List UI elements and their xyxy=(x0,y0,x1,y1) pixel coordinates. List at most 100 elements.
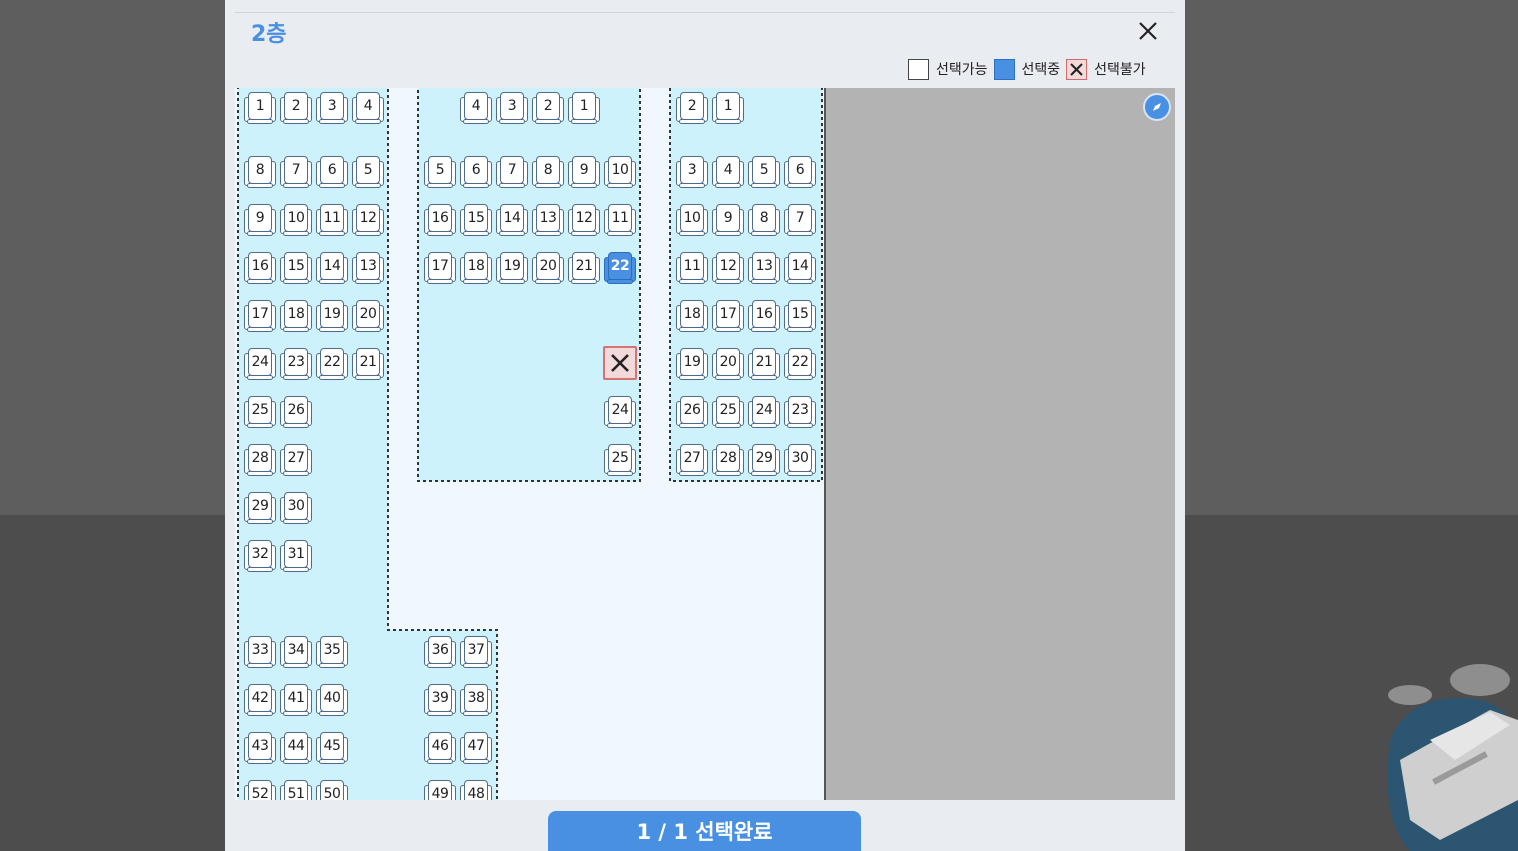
seat-left-block-30[interactable]: 30 xyxy=(279,490,313,526)
seat-center-block-6[interactable]: 6 xyxy=(459,154,493,190)
seat-left-block-3[interactable]: 3 xyxy=(315,90,349,126)
seat-right-block-19[interactable]: 19 xyxy=(675,346,709,382)
seat-center-lower-block-49[interactable]: 49 xyxy=(423,778,457,800)
seat-left-block-20[interactable]: 20 xyxy=(351,298,385,334)
seat-right-block-12[interactable]: 12 xyxy=(711,250,745,286)
seat-center-block-8[interactable]: 8 xyxy=(531,154,565,190)
seat-center-block-7[interactable]: 7 xyxy=(495,154,529,190)
seat-right-block-14[interactable]: 14 xyxy=(783,250,817,286)
seat-left-block-15[interactable]: 15 xyxy=(279,250,313,286)
seat-center-lower-block-46[interactable]: 46 xyxy=(423,730,457,766)
seat-right-block-25[interactable]: 25 xyxy=(711,394,745,430)
seat-left-block-16[interactable]: 16 xyxy=(243,250,277,286)
seat-center-lower-block-48[interactable]: 48 xyxy=(459,778,493,800)
seat-left-block-9[interactable]: 9 xyxy=(243,202,277,238)
seat-center-lower-block-36[interactable]: 36 xyxy=(423,634,457,670)
seat-right-block-6[interactable]: 6 xyxy=(783,154,817,190)
seat-right-block-30[interactable]: 30 xyxy=(783,442,817,478)
seat-right-block-3[interactable]: 3 xyxy=(675,154,709,190)
confirm-selection-button[interactable]: 1 / 1 선택완료 xyxy=(548,811,861,851)
seat-right-block-17[interactable]: 17 xyxy=(711,298,745,334)
seat-left-lower-block-34[interactable]: 34 xyxy=(279,634,313,670)
seat-center-block-19[interactable]: 19 xyxy=(495,250,529,286)
seat-right-block-16[interactable]: 16 xyxy=(747,298,781,334)
seat-center-block-11[interactable]: 11 xyxy=(603,202,637,238)
seat-left-lower-block-44[interactable]: 44 xyxy=(279,730,313,766)
seat-left-block-5[interactable]: 5 xyxy=(351,154,385,190)
seat-left-block-18[interactable]: 18 xyxy=(279,298,313,334)
seat-center-block-12[interactable]: 12 xyxy=(567,202,601,238)
seat-left-block-32[interactable]: 32 xyxy=(243,538,277,574)
seat-center-lower-block-39[interactable]: 39 xyxy=(423,682,457,718)
seat-left-block-26[interactable]: 26 xyxy=(279,394,313,430)
seat-right-block-27[interactable]: 27 xyxy=(675,442,709,478)
seat-left-lower-block-43[interactable]: 43 xyxy=(243,730,277,766)
seat-left-block-24[interactable]: 24 xyxy=(243,346,277,382)
seat-left-lower-block-42[interactable]: 42 xyxy=(243,682,277,718)
seat-right-block-20[interactable]: 20 xyxy=(711,346,745,382)
seat-left-block-17[interactable]: 17 xyxy=(243,298,277,334)
seat-right-block-22[interactable]: 22 xyxy=(783,346,817,382)
seat-left-block-23[interactable]: 23 xyxy=(279,346,313,382)
seat-center-lower-block-37[interactable]: 37 xyxy=(459,634,493,670)
seat-center-block-2[interactable]: 2 xyxy=(531,90,565,126)
seat-left-lower-block-45[interactable]: 45 xyxy=(315,730,349,766)
seat-right-block-15[interactable]: 15 xyxy=(783,298,817,334)
seat-left-block-7[interactable]: 7 xyxy=(279,154,313,190)
seat-center-block-13[interactable]: 13 xyxy=(531,202,565,238)
seat-right-block-8[interactable]: 8 xyxy=(747,202,781,238)
close-icon[interactable] xyxy=(1133,16,1163,46)
seat-selected-center-block-22[interactable]: 22 xyxy=(603,250,637,286)
seat-left-lower-block-41[interactable]: 41 xyxy=(279,682,313,718)
seat-right-block-18[interactable]: 18 xyxy=(675,298,709,334)
seat-center-block-1[interactable]: 1 xyxy=(567,90,601,126)
seat-left-block-6[interactable]: 6 xyxy=(315,154,349,190)
seat-center-lower-block-38[interactable]: 38 xyxy=(459,682,493,718)
seat-right-block-29[interactable]: 29 xyxy=(747,442,781,478)
seat-right-block-28[interactable]: 28 xyxy=(711,442,745,478)
seat-right-block-26[interactable]: 26 xyxy=(675,394,709,430)
seat-right-block-9[interactable]: 9 xyxy=(711,202,745,238)
seat-center-block-17[interactable]: 17 xyxy=(423,250,457,286)
seat-center-block-9[interactable]: 9 xyxy=(567,154,601,190)
seat-left-block-12[interactable]: 12 xyxy=(351,202,385,238)
seat-left-block-10[interactable]: 10 xyxy=(279,202,313,238)
seat-right-block-7[interactable]: 7 xyxy=(783,202,817,238)
seat-left-block-31[interactable]: 31 xyxy=(279,538,313,574)
seat-left-block-25[interactable]: 25 xyxy=(243,394,277,430)
seat-left-block-27[interactable]: 27 xyxy=(279,442,313,478)
seat-left-lower-block-35[interactable]: 35 xyxy=(315,634,349,670)
seat-left-lower-block-33[interactable]: 33 xyxy=(243,634,277,670)
seat-right-block-11[interactable]: 11 xyxy=(675,250,709,286)
seat-left-block-13[interactable]: 13 xyxy=(351,250,385,286)
seat-right-block-23[interactable]: 23 xyxy=(783,394,817,430)
seat-left-lower-block-40[interactable]: 40 xyxy=(315,682,349,718)
seat-left-block-29[interactable]: 29 xyxy=(243,490,277,526)
compass-icon[interactable] xyxy=(1143,93,1171,121)
seat-left-lower-block-50[interactable]: 50 xyxy=(315,778,349,800)
seat-left-block-14[interactable]: 14 xyxy=(315,250,349,286)
seat-center-block-15[interactable]: 15 xyxy=(459,202,493,238)
seat-center-lower-block-47[interactable]: 47 xyxy=(459,730,493,766)
seat-left-block-2[interactable]: 2 xyxy=(279,90,313,126)
seat-left-block-8[interactable]: 8 xyxy=(243,154,277,190)
seat-right-block-21[interactable]: 21 xyxy=(747,346,781,382)
seat-right-block-1[interactable]: 1 xyxy=(711,90,745,126)
seat-right-block-5[interactable]: 5 xyxy=(747,154,781,190)
seat-center-block-16[interactable]: 16 xyxy=(423,202,457,238)
seat-center-block-14[interactable]: 14 xyxy=(495,202,529,238)
seat-right-block-2[interactable]: 2 xyxy=(675,90,709,126)
seat-left-lower-block-52[interactable]: 52 xyxy=(243,778,277,800)
seat-right-block-24[interactable]: 24 xyxy=(747,394,781,430)
seat-left-lower-block-51[interactable]: 51 xyxy=(279,778,313,800)
seat-center-block-21[interactable]: 21 xyxy=(567,250,601,286)
seat-center-block-24[interactable]: 24 xyxy=(603,394,637,430)
seat-left-block-22[interactable]: 22 xyxy=(315,346,349,382)
seat-center-block-10[interactable]: 10 xyxy=(603,154,637,190)
seat-center-block-3[interactable]: 3 xyxy=(495,90,529,126)
seat-left-block-28[interactable]: 28 xyxy=(243,442,277,478)
seat-right-block-4[interactable]: 4 xyxy=(711,154,745,190)
seat-center-block-20[interactable]: 20 xyxy=(531,250,565,286)
seat-center-block-4[interactable]: 4 xyxy=(459,90,493,126)
seat-left-block-1[interactable]: 1 xyxy=(243,90,277,126)
